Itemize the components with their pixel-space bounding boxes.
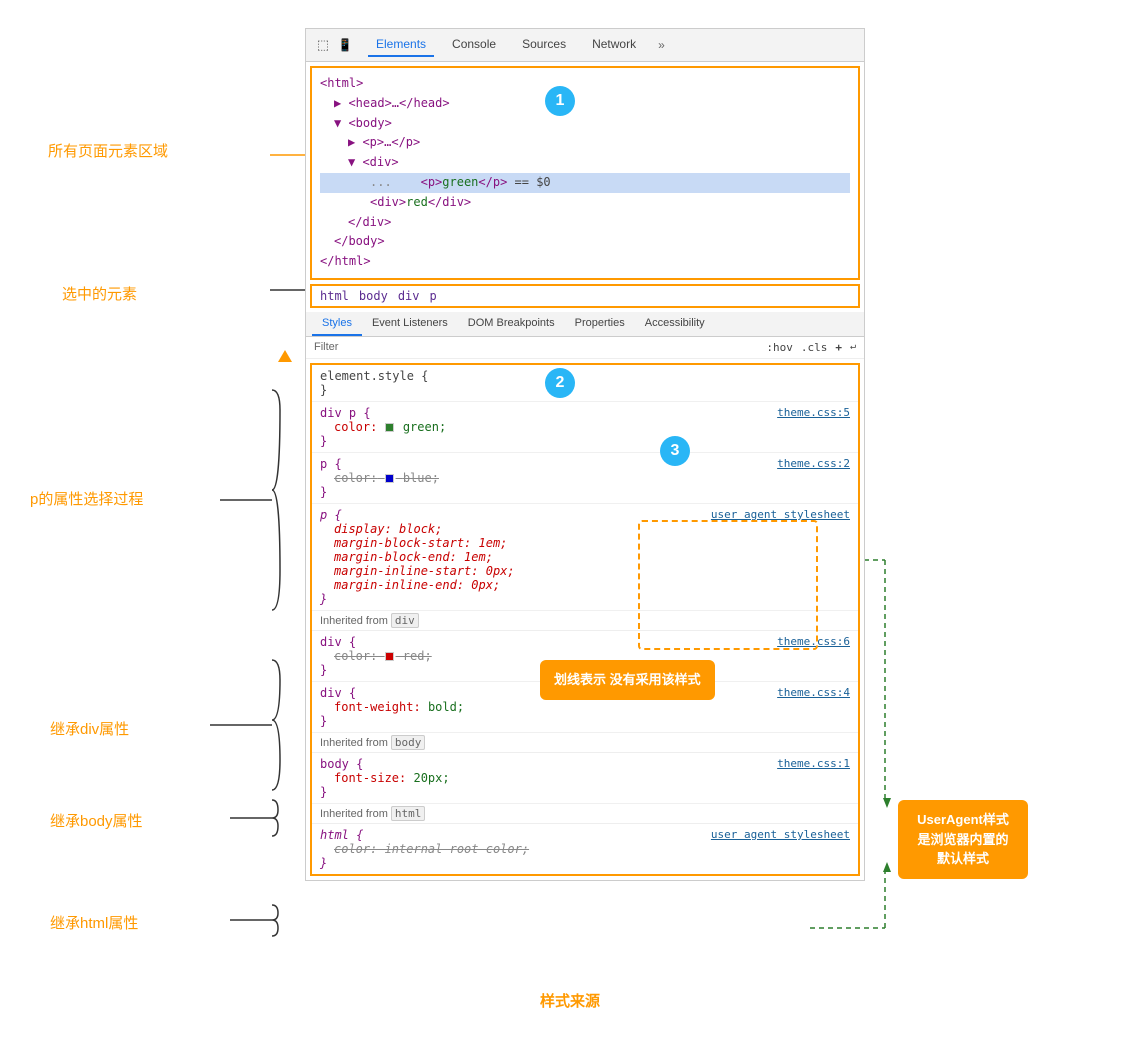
breadcrumb: html body div p [310, 284, 860, 308]
source-link-useragent1[interactable]: user agent stylesheet [711, 508, 850, 521]
breadcrumb-html[interactable]: html [320, 289, 349, 303]
device-icon[interactable]: 📱 [336, 36, 354, 54]
html-line-3: ▼ <body> [320, 114, 850, 134]
annotation-selected-element: 选中的元素 [62, 283, 137, 304]
html-line-1: <html> [320, 74, 850, 94]
source-link-theme2[interactable]: theme.css:2 [777, 457, 850, 470]
inherited-from-html: Inherited from html [312, 804, 858, 824]
tab-dom-breakpoints[interactable]: DOM Breakpoints [458, 312, 565, 336]
css-rule-element-style: element.style { } [312, 365, 858, 402]
css-rule-html: user agent stylesheet html { color: inte… [312, 824, 858, 874]
html-line-2: ▶ <head>…</head> [320, 94, 850, 114]
annotation-all-elements: 所有页面元素区域 [48, 140, 168, 161]
source-link-theme5[interactable]: theme.css:5 [777, 406, 850, 419]
breadcrumb-body[interactable]: body [359, 289, 388, 303]
html-line-9: </body> [320, 232, 850, 252]
breadcrumb-div[interactable]: div [398, 289, 420, 303]
source-link-theme6[interactable]: theme.css:6 [777, 635, 850, 648]
html-line-4: ▶ <p>…</p> [320, 133, 850, 153]
tab-styles[interactable]: Styles [312, 312, 362, 336]
elements-panel: <html> ▶ <head>…</head> ▼ <body> ▶ <p>…<… [310, 66, 860, 280]
tab-accessibility[interactable]: Accessibility [635, 312, 715, 336]
css-rule-body: theme.css:1 body { font-size: 20px; } [312, 753, 858, 804]
css-rule-p-blue: theme.css:2 p { color: blue; } [312, 453, 858, 504]
html-line-8: </div> [320, 213, 850, 233]
tab-sources[interactable]: Sources [514, 33, 574, 57]
tab-elements[interactable]: Elements [368, 33, 434, 57]
add-style-button[interactable]: + [835, 341, 842, 354]
html-line-10: </html> [320, 252, 850, 272]
annotation-p-selector: p的属性选择过程 [30, 488, 143, 509]
tab-network[interactable]: Network [584, 33, 644, 57]
annotation-inherit-body: 继承body属性 [50, 810, 143, 831]
callout-2: 2 [545, 368, 575, 398]
source-link-theme4[interactable]: theme.css:4 [777, 686, 850, 699]
css-rules-panel: element.style { } theme.css:5 div p { co… [310, 363, 860, 876]
source-link-theme1[interactable]: theme.css:1 [777, 757, 850, 770]
html-line-5: ▼ <div> [320, 153, 850, 173]
styles-subtabs: Styles Event Listeners DOM Breakpoints P… [306, 312, 864, 337]
breadcrumb-p[interactable]: p [430, 289, 437, 303]
inherited-from-body: Inherited from body [312, 733, 858, 753]
tab-properties[interactable]: Properties [565, 312, 635, 336]
tooltip-strikethrough: 划线表示 没有采用该样式 [540, 660, 715, 700]
filter-bar: :hov .cls + ↵ [306, 337, 864, 359]
source-link-useragent2[interactable]: user agent stylesheet [711, 828, 850, 841]
annotation-style-source: 样式来源 [540, 990, 600, 1011]
cls-button[interactable]: .cls [801, 341, 828, 354]
css-rule-p-useragent: user agent stylesheet p { display: block… [312, 504, 858, 611]
annotation-inherit-html: 继承html属性 [50, 912, 138, 933]
tab-console[interactable]: Console [444, 33, 504, 57]
callout-3: 3 [660, 436, 690, 466]
cursor-icon[interactable]: ⬚ [314, 36, 332, 54]
hov-button[interactable]: :hov [766, 341, 793, 354]
html-line-7: <div>red</div> [320, 193, 850, 213]
newline-icon: ↵ [850, 341, 856, 354]
callout-1: 1 [545, 86, 575, 116]
html-line-highlight[interactable]: ... <p>green</p> == $0 [320, 173, 850, 193]
devtools-toolbar: ⬚ 📱 Elements Console Sources Network » [306, 29, 864, 62]
css-rule-div-p: theme.css:5 div p { color: green; } [312, 402, 858, 453]
filter-input[interactable] [314, 341, 456, 353]
annotation-inherit-div: 继承div属性 [50, 718, 129, 739]
up-arrow-indicator [278, 350, 292, 362]
tab-more[interactable]: » [654, 34, 669, 56]
tab-event-listeners[interactable]: Event Listeners [362, 312, 458, 336]
inherited-from-div: Inherited from div [312, 611, 858, 631]
user-agent-box: UserAgent样式 是浏览器内置的 默认样式 [898, 800, 1028, 879]
